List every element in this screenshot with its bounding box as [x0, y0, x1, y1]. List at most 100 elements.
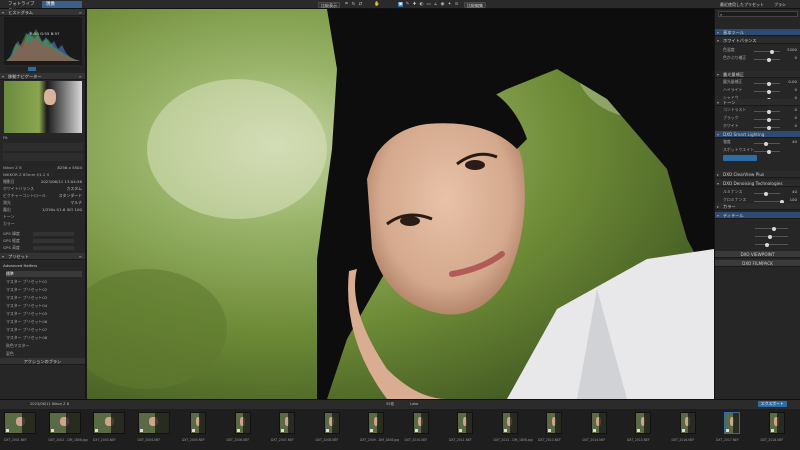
adjust-value[interactable]: 40: [792, 189, 797, 195]
panel-menu-icon[interactable]: ≡: [79, 73, 82, 80]
adjust-value[interactable]: 40: [792, 139, 797, 145]
section-smart-lighting[interactable]: ▾ DXO Smart Lighting: [715, 131, 800, 138]
perspective-icon[interactable]: ⟂: [433, 2, 438, 7]
filmstrip-thumbnail[interactable]: [412, 412, 429, 434]
slider-knob[interactable]: [767, 109, 771, 114]
view-controls[interactable]: [3, 153, 83, 161]
tool-tabs[interactable]: [718, 20, 798, 26]
section-basic-tools[interactable]: ▾ 基本ツール: [715, 29, 800, 36]
preset-item[interactable]: マスター プリセット04: [6, 303, 82, 309]
preset-item[interactable]: マスター プリセット08: [6, 335, 82, 341]
dxo-filmpack-button[interactable]: DXO FILMPACK: [715, 260, 800, 267]
compare-edit-button[interactable]: 比較編集: [464, 1, 486, 8]
dxo-viewpoint-button[interactable]: DXO VIEWPOINT: [715, 251, 800, 258]
slider-knob[interactable]: [767, 125, 771, 130]
section-clearview[interactable]: ▸ DXO ClearView Plus: [715, 171, 800, 178]
filmstrip-thumbnail[interactable]: [279, 412, 295, 434]
filmstrip-thumbnail[interactable]: [635, 412, 651, 434]
section-exposure[interactable]: ▾ 露光量補正: [715, 71, 800, 78]
preset-item[interactable]: マスター プリセット07: [6, 327, 82, 333]
adjust-slider[interactable]: [754, 89, 780, 94]
brush-menu[interactable]: ブラシ: [772, 2, 788, 8]
repair-brush-icon[interactable]: ✚: [412, 2, 417, 7]
section-white-balance[interactable]: ▾ ホワイトバランス: [715, 37, 800, 44]
filmstrip-thumbnail[interactable]: [457, 412, 473, 434]
adjust-slider[interactable]: [754, 117, 780, 122]
recent-presets-menu[interactable]: 最近使用したプリセット: [718, 2, 766, 8]
filmstrip-thumbnail[interactable]: [768, 412, 785, 434]
adjust-value[interactable]: 0.00: [788, 79, 797, 85]
filmstrip-thumbnail[interactable]: [137, 412, 170, 434]
preset-item[interactable]: マスター プリセット01: [6, 279, 82, 285]
filmstrip-thumbnail[interactable]: [190, 412, 206, 434]
sort-label[interactable]: Lake: [410, 402, 418, 406]
slider-knob[interactable]: [767, 57, 771, 62]
filmstrip-thumbnail[interactable]: [48, 412, 81, 434]
filmstrip-thumbnail[interactable]: [323, 412, 340, 434]
adjust-slider[interactable]: [754, 149, 780, 154]
watermark-icon[interactable]: ⊙: [454, 2, 459, 7]
zoom-label[interactable]: Fit: [3, 135, 82, 141]
filmstrip-thumbnail[interactable]: [724, 412, 740, 434]
redeye-icon[interactable]: ◉: [440, 2, 445, 7]
slider-knob[interactable]: [767, 117, 771, 122]
preset-item[interactable]: 秋色マスター: [6, 343, 82, 349]
filmstrip-thumbnail[interactable]: [4, 412, 36, 434]
preset-item[interactable]: 夏色: [6, 351, 82, 357]
preset-item[interactable]: マスター プリセット05: [6, 311, 82, 317]
preset-item[interactable]: マスター プリセット02: [6, 287, 82, 293]
zoom-presets[interactable]: [3, 143, 83, 151]
search-field[interactable]: ⌕: [718, 11, 798, 17]
adjust-value[interactable]: 0: [795, 55, 797, 61]
section-detail[interactable]: ▾ ディテール: [715, 212, 800, 219]
filmstrip-thumbnail[interactable]: [368, 412, 384, 434]
loupe-icon[interactable]: ▣: [398, 2, 403, 7]
compare-button[interactable]: 比較表示: [318, 1, 340, 8]
navigator-thumbnail[interactable]: [4, 81, 82, 133]
export-button[interactable]: エクスポート: [758, 401, 787, 407]
navigator-header[interactable]: ▾ 移動ナビゲーター ≡: [0, 73, 85, 80]
adjust-value[interactable]: 0: [795, 115, 797, 121]
filmstrip-thumbnail[interactable]: [93, 412, 125, 434]
section-denoising[interactable]: ▾ DXO Denoising Technologies: [715, 180, 800, 187]
gps-field[interactable]: [33, 232, 74, 236]
adjust-slider[interactable]: [754, 191, 780, 196]
presets-header[interactable]: ▾ プリセット ≡: [0, 253, 85, 260]
histogram-header[interactable]: ▾ ヒストグラム ≡: [0, 9, 85, 16]
preset-item[interactable]: マスター プリセット06: [6, 319, 82, 325]
adjust-value[interactable]: 5200: [787, 47, 797, 53]
hand-icon[interactable]: ✋: [374, 2, 380, 7]
adjust-slider[interactable]: [754, 81, 780, 86]
adjust-slider[interactable]: [754, 125, 780, 130]
horizon-icon[interactable]: ▭: [426, 2, 431, 7]
slider-knob[interactable]: [764, 191, 769, 196]
filmstrip-thumbnail[interactable]: [234, 412, 251, 434]
slider-knob[interactable]: [769, 49, 774, 54]
repair-icon[interactable]: ✦: [447, 2, 452, 7]
tab-photo-library[interactable]: フォトライブラリ: [4, 1, 42, 14]
adjust-value[interactable]: 0: [795, 107, 797, 113]
section-color[interactable]: ▸ カラー: [715, 203, 800, 210]
panel-menu-icon[interactable]: ≡: [79, 9, 82, 16]
detail-sliders[interactable]: [725, 225, 794, 249]
preset-item[interactable]: 標準: [6, 271, 82, 277]
crop-icon[interactable]: ⌗: [344, 2, 349, 7]
section-tone[interactable]: ▾ トーン: [715, 99, 800, 106]
filmstrip-thumbnail[interactable]: [590, 412, 607, 434]
tab-develop[interactable]: 現像: [42, 1, 82, 8]
gps-field[interactable]: [33, 246, 74, 250]
slider-knob[interactable]: [764, 141, 769, 146]
adjust-slider[interactable]: [754, 141, 780, 146]
preset-item[interactable]: マスター プリセット03: [6, 295, 82, 301]
filmstrip-thumbnail[interactable]: [546, 412, 562, 434]
adjust-value[interactable]: 0: [795, 123, 797, 129]
filmstrip-thumbnail[interactable]: [501, 412, 518, 434]
preset-section[interactable]: Advanced Heifers: [3, 263, 82, 269]
adjust-slider[interactable]: [754, 109, 780, 114]
slider-knob[interactable]: [767, 81, 771, 86]
gps-field[interactable]: [33, 239, 74, 243]
sync-icon[interactable]: ⇄: [358, 2, 363, 7]
slider-knob[interactable]: [767, 149, 771, 154]
image-viewer[interactable]: [87, 9, 714, 399]
smart-lighting-mode-button[interactable]: [723, 155, 757, 161]
